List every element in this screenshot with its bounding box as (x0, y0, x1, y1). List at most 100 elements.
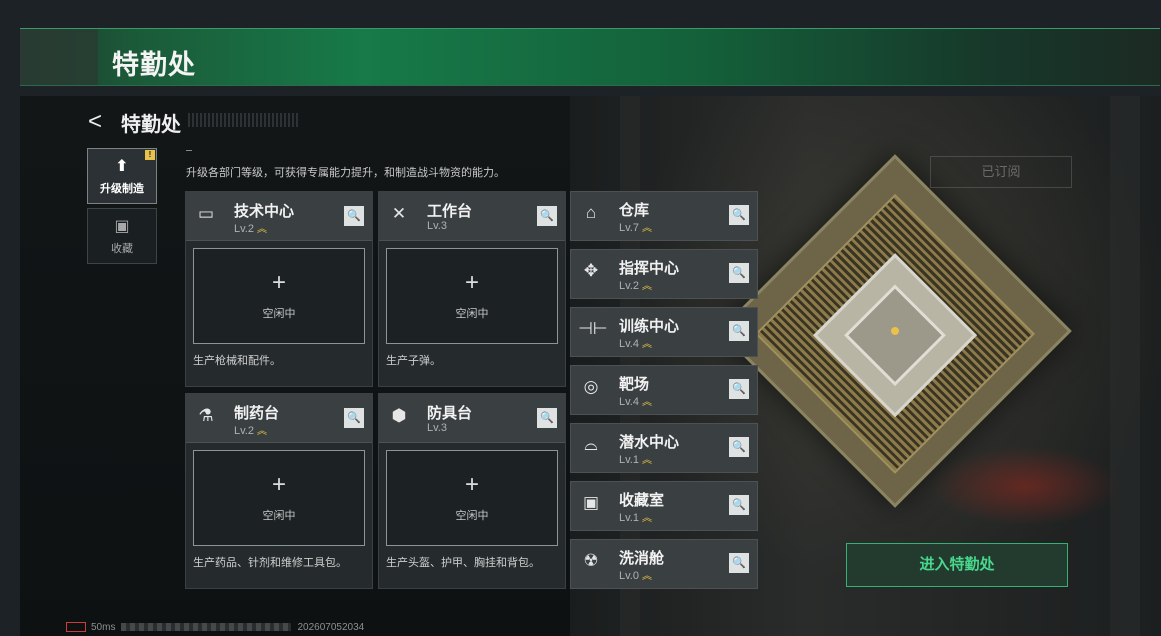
card-pharmacy: ⚗ 制药台 Lv.2 ︽ 🔍 + 空闲中 生产药品、针剂和维修工具包。 (185, 393, 373, 589)
facility-name: 收藏室 (619, 492, 665, 509)
page-description: 升级各部门等级，可获得专属能力提升，和制造战斗物资的能力。 (186, 167, 505, 179)
target-icon: ◎ (583, 377, 599, 396)
diving-icon: ⌓ (584, 435, 598, 454)
level-text: Lv.7 (619, 222, 639, 234)
level-text: Lv.4 (619, 396, 639, 408)
card-header[interactable]: ⚗ 制药台 Lv.2 ︽ 🔍 (186, 394, 372, 443)
level-text: Lv.2 (619, 280, 639, 292)
pillar (1110, 96, 1140, 636)
add-icon: + (271, 269, 286, 296)
add-icon: + (464, 471, 479, 498)
enter-special-ops-button[interactable]: 进入特勤处 (846, 543, 1068, 587)
vault-icon: ▣ (582, 493, 600, 512)
search-icon[interactable]: 🔍 (344, 206, 364, 226)
card-header[interactable]: ⬢ 防具台 Lv.3 🔍 (379, 394, 565, 443)
battery-icon (66, 622, 86, 633)
level-up-icon: ︽ (641, 339, 652, 350)
search-icon[interactable]: 🔍 (729, 553, 749, 573)
facility-level: Lv.4 ︽ (619, 393, 652, 408)
add-icon: + (271, 471, 286, 498)
blurred-text (121, 623, 292, 632)
facility-diving-center[interactable]: ⌓ 潜水中心 Lv.1 ︽ 🔍 (570, 423, 758, 473)
subscribed-button[interactable]: 已订阅 (930, 156, 1072, 188)
command-icon: ✥ (583, 261, 599, 280)
level-text: Lv.3 (427, 220, 447, 232)
level-text: Lv.4 (619, 338, 639, 350)
card-header[interactable]: ▭ 技术中心 Lv.2 ︽ 🔍 (186, 192, 372, 241)
build-number: 202607052034 (297, 622, 365, 633)
status-bar: 50ms 202607052034 (66, 622, 364, 633)
ping: 50ms (91, 622, 116, 633)
search-icon[interactable]: 🔍 (729, 205, 749, 225)
facility-name: 训练中心 (619, 318, 680, 335)
card-armor: ⬢ 防具台 Lv.3 🔍 + 空闲中 生产头盔、护甲、胸挂和背包。 (378, 393, 566, 589)
game-screen: < 特勤处 升级各部门等级，可获得专属能力提升，和制造战斗物资的能力。 ⬆ 升级… (20, 96, 1161, 636)
microscope-icon: ⚗ (198, 406, 214, 425)
facility-decontamination[interactable]: ☢ 洗消舱 Lv.0 ︽ 🔍 (570, 539, 758, 589)
card-header[interactable]: ✕ 工作台 Lv.3 🔍 (379, 192, 565, 241)
back-icon[interactable]: < (88, 108, 102, 136)
card-description: 生产头盔、护甲、胸挂和背包。 (386, 557, 540, 569)
facility-name: 潜水中心 (619, 434, 680, 451)
facility-level: Lv.7 ︽ (619, 219, 652, 234)
tools-icon: ✕ (391, 204, 407, 223)
card-level: Lv.2 ︽ (234, 220, 267, 235)
card-name: 防具台 (427, 405, 473, 422)
search-icon[interactable]: 🔍 (344, 408, 364, 428)
facility-level: Lv.4 ︽ (619, 335, 652, 350)
search-icon[interactable]: 🔍 (729, 437, 749, 457)
production-slot[interactable]: + 空闲中 (193, 450, 365, 546)
card-name: 工作台 (427, 203, 473, 220)
facility-training-center[interactable]: ⊣⊢ 训练中心 Lv.4 ︽ 🔍 (570, 307, 758, 357)
card-workbench: ✕ 工作台 Lv.3 🔍 + 空闲中 生产子弹。 (378, 191, 566, 387)
facility-vault[interactable]: ▣ 收藏室 Lv.1 ︽ 🔍 (570, 481, 758, 531)
production-slot[interactable]: + 空闲中 (386, 450, 558, 546)
facility-name: 指挥中心 (619, 260, 680, 277)
armor-icon: ⬢ (391, 406, 407, 425)
tab-label: 升级制造 (100, 183, 144, 195)
search-icon[interactable]: 🔍 (729, 495, 749, 515)
title-banner: 特勤处 (20, 28, 1160, 86)
warehouse-icon: ⌂ (585, 203, 597, 222)
add-icon: + (464, 269, 479, 296)
level-text: Lv.1 (619, 454, 639, 466)
tab-upgrade[interactable]: ⬆ 升级制造 ! (87, 148, 157, 204)
level-text: Lv.0 (619, 570, 639, 582)
search-icon[interactable]: 🔍 (729, 379, 749, 399)
level-up-icon: ︽ (256, 426, 267, 437)
facility-level: Lv.0 ︽ (619, 567, 652, 582)
card-tech-center: ▭ 技术中心 Lv.2 ︽ 🔍 + 空闲中 生产枪械和配件。 (185, 191, 373, 387)
notification-badge: ! (145, 150, 155, 160)
search-icon[interactable]: 🔍 (729, 263, 749, 283)
facility-name: 仓库 (619, 202, 650, 219)
facility-name: 洗消舱 (619, 550, 665, 567)
facility-name: 靶场 (619, 376, 650, 393)
dumbbell-icon: ⊣⊢ (578, 319, 608, 338)
production-slot[interactable]: + 空闲中 (386, 248, 558, 344)
search-icon[interactable]: 🔍 (537, 408, 557, 428)
tab-collection[interactable]: ▣ 收藏 (87, 208, 157, 264)
tab-label: 收藏 (111, 243, 133, 255)
level-up-icon: ︽ (256, 224, 267, 235)
banner-stripe (20, 29, 98, 85)
level-text: Lv.1 (619, 512, 639, 524)
slot-status: 空闲中 (262, 308, 296, 320)
facility-level: Lv.1 ︽ (619, 451, 652, 466)
page-title: 特勤处 (121, 114, 181, 136)
facility-warehouse[interactable]: ⌂ 仓库 Lv.7 ︽ 🔍 (570, 191, 758, 241)
level-text: Lv.3 (427, 422, 447, 434)
search-icon[interactable]: 🔍 (729, 321, 749, 341)
production-slot[interactable]: + 空闲中 (193, 248, 365, 344)
banner-title: 特勤处 (112, 50, 196, 80)
card-description: 生产枪械和配件。 (193, 355, 281, 367)
slot-status: 空闲中 (455, 308, 489, 320)
card-level: Lv.2 ︽ (234, 422, 267, 437)
level-up-icon: ︽ (641, 513, 652, 524)
facility-level: Lv.2 ︽ (619, 277, 652, 292)
facility-command-center[interactable]: ✥ 指挥中心 Lv.2 ︽ 🔍 (570, 249, 758, 299)
card-description: 生产子弹。 (386, 355, 441, 367)
facility-shooting-range[interactable]: ◎ 靶场 Lv.4 ︽ 🔍 (570, 365, 758, 415)
level-up-icon: ︽ (641, 397, 652, 408)
search-icon[interactable]: 🔍 (537, 206, 557, 226)
level-up-icon: ︽ (641, 455, 652, 466)
